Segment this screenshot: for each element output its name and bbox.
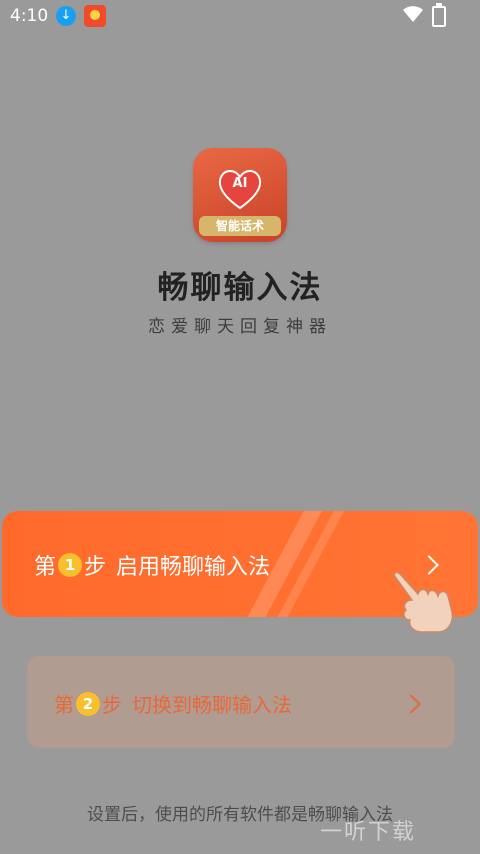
step2-text: 第 2 步 切换到畅聊输入法: [54, 689, 292, 718]
app-notification-icon: [84, 5, 106, 27]
app-logo: AI 智能话术: [193, 148, 287, 242]
step1-suffix: 步: [84, 555, 107, 580]
step2-number-badge: 2: [76, 691, 100, 716]
step2-switch-button[interactable]: 第 2 步 切换到畅聊输入法: [27, 656, 455, 748]
download-icon: ↓: [56, 6, 76, 26]
step2-prefix: 第: [54, 693, 74, 717]
step1-prefix: 第: [34, 555, 57, 580]
watermark: 一听下载: [320, 820, 417, 845]
app-subtitle: 恋爱聊天回复神器: [148, 317, 332, 337]
step2-label: 切换到畅聊输入法: [132, 693, 292, 717]
logo-ai-text: AI: [232, 176, 248, 191]
wifi-icon: [403, 6, 423, 22]
app-title: 畅聊输入法: [157, 270, 323, 306]
chevron-right-icon: [401, 694, 421, 714]
pointing-hand-icon: [393, 571, 454, 633]
status-bar: 4:10 ↓: [0, 0, 480, 32]
step1-text: 第 1 步 启用畅聊输入法: [34, 549, 270, 581]
step2-suffix: 步: [102, 693, 122, 717]
status-time: 4:10: [10, 6, 49, 26]
step1-label: 启用畅聊输入法: [116, 555, 271, 580]
battery-icon: [432, 3, 446, 27]
step1-number-badge: 1: [58, 553, 83, 577]
logo-label: 智能话术: [199, 216, 281, 236]
